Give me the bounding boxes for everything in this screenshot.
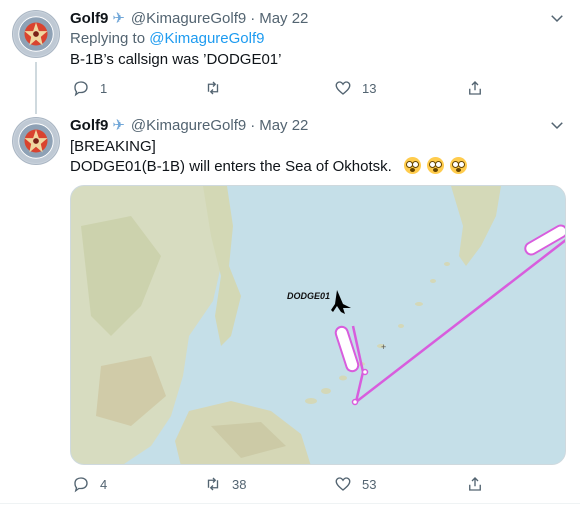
tweet-date[interactable]: May 22 xyxy=(259,10,308,27)
tweet-actions: 4 38 53 xyxy=(70,474,490,494)
author-name[interactable]: Golf9 xyxy=(70,10,108,27)
svg-text:+: + xyxy=(381,342,386,352)
airplane-icon: ✈ xyxy=(112,117,125,134)
retweet-count: 38 xyxy=(232,476,247,492)
separator-dot: · xyxy=(250,9,256,27)
share-icon xyxy=(469,81,481,95)
share-icon xyxy=(469,477,481,491)
avatar[interactable] xyxy=(12,10,60,58)
avatar[interactable] xyxy=(12,117,60,165)
like-count: 53 xyxy=(362,476,377,492)
waypoint xyxy=(351,398,359,406)
flushed-face-icon xyxy=(427,157,445,174)
tweet-actions: 1 13 xyxy=(70,78,490,98)
retweet-icon xyxy=(207,477,219,491)
retweet-button[interactable]: 38 xyxy=(204,474,246,494)
flushed-face-icon xyxy=(450,157,468,174)
tweet-main[interactable]: Golf9 ✈ @KimagureGolf9 · May 22 [BREAKIN… xyxy=(0,107,580,505)
squadron-patch-icon xyxy=(13,118,59,164)
emoji-group xyxy=(402,157,468,177)
tweet-header: Golf9 ✈ @KimagureGolf9 · May 22 xyxy=(70,7,308,29)
flight-track-map: DODGE01 + xyxy=(71,186,565,464)
like-count: 13 xyxy=(362,80,377,96)
author-name[interactable]: Golf9 xyxy=(70,117,108,134)
map-image[interactable]: DODGE01 + xyxy=(70,185,566,465)
waypoint xyxy=(361,368,369,376)
tweet-text: B-1B’s callsign was ’DODGE01’ xyxy=(70,51,282,68)
reply-count: 4 xyxy=(100,476,108,492)
chevron-down-icon[interactable] xyxy=(548,9,566,27)
flushed-face-icon xyxy=(403,157,421,174)
squadron-patch-icon xyxy=(13,11,59,57)
like-button[interactable]: 53 xyxy=(334,474,376,494)
author-handle[interactable]: @KimagureGolf9 xyxy=(131,10,246,27)
tweet-text-body: DODGE01(B-1B) will enters the Sea of Okh… xyxy=(70,158,392,175)
separator-dot: · xyxy=(250,116,256,134)
replying-mention[interactable]: @KimagureGolf9 xyxy=(149,30,264,47)
share-button[interactable] xyxy=(466,78,484,98)
divider xyxy=(0,503,580,504)
retweet-button[interactable] xyxy=(204,78,232,98)
airplane-icon: ✈ xyxy=(112,10,125,27)
tweet-header: Golf9 ✈ @KimagureGolf9 · May 22 xyxy=(70,114,308,136)
tweet-text-line-2: DODGE01(B-1B) will enters the Sea of Okh… xyxy=(70,157,468,177)
tweet-date[interactable]: May 22 xyxy=(259,117,308,134)
reply-icon xyxy=(74,81,88,97)
tweet-text-line-1: [BREAKING] xyxy=(70,138,156,155)
heart-icon xyxy=(335,81,351,95)
chevron-down-icon[interactable] xyxy=(548,116,566,134)
aircraft-label: DODGE01 xyxy=(287,291,330,301)
reply-button[interactable]: 4 xyxy=(72,474,107,494)
heart-icon xyxy=(335,477,351,491)
reply-count: 1 xyxy=(100,80,108,96)
replying-to: Replying to @KimagureGolf9 xyxy=(70,30,265,47)
replying-prefix: Replying to xyxy=(70,30,146,47)
author-handle[interactable]: @KimagureGolf9 xyxy=(131,117,246,134)
reply-icon xyxy=(74,477,88,493)
like-button[interactable]: 13 xyxy=(334,78,376,98)
tweet-reply[interactable]: Golf9 ✈ @KimagureGolf9 · May 22 Replying… xyxy=(0,0,580,114)
share-button[interactable] xyxy=(466,474,484,494)
reply-button[interactable]: 1 xyxy=(72,78,107,98)
retweet-icon xyxy=(207,81,219,95)
